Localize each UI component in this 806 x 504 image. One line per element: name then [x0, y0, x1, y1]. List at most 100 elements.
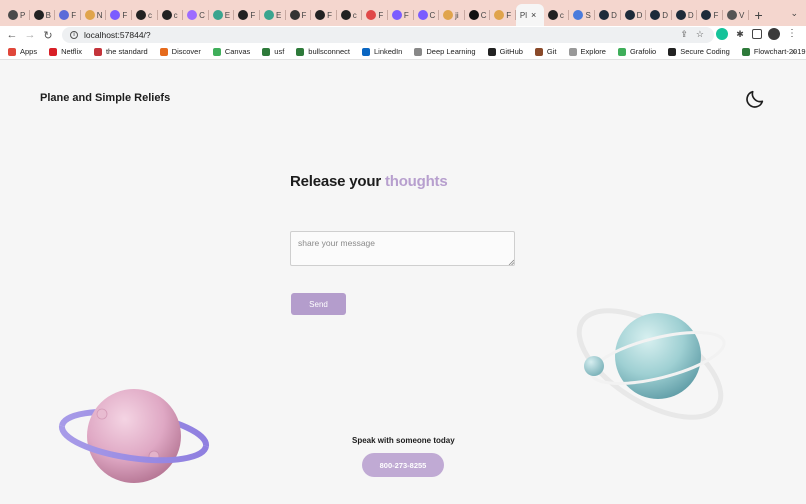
browser-tab[interactable]: F	[106, 4, 132, 26]
back-icon[interactable]: ←	[3, 29, 21, 41]
browser-tab[interactable]: C	[465, 4, 491, 26]
browser-tab[interactable]: F	[311, 4, 337, 26]
profile-avatar[interactable]	[768, 28, 780, 40]
browser-tab[interactable]: c	[337, 4, 363, 26]
bookmark-label: bullsconnect	[308, 47, 350, 56]
tab-title: c	[173, 10, 178, 20]
tab-favicon-icon	[187, 10, 198, 20]
bookmark-item[interactable]: Git	[534, 47, 557, 56]
browser-tab[interactable]: D	[646, 4, 672, 26]
dark-mode-moon-icon[interactable]	[744, 88, 766, 110]
tab-favicon-icon	[110, 10, 121, 20]
bookmark-label: Deep Learning	[426, 47, 476, 56]
bookmark-item[interactable]: Discover	[159, 47, 201, 56]
tab-favicon-icon	[33, 10, 44, 20]
side-panel-icon[interactable]	[752, 29, 762, 39]
browser-tab[interactable]: E	[260, 4, 286, 26]
browser-tab[interactable]: F	[55, 4, 81, 26]
browser-tab[interactable]: C	[414, 4, 440, 26]
grammarly-extension-icon[interactable]	[716, 28, 728, 40]
browser-tab[interactable]: F	[697, 4, 723, 26]
bookmark-star-icon[interactable]: ☆	[696, 29, 704, 40]
bookmark-item[interactable]: Apps	[8, 47, 37, 56]
extensions-area: ✱ ⋮	[716, 28, 798, 40]
bookmark-item[interactable]: Grafolio	[617, 47, 657, 56]
bookmark-label: usf	[274, 47, 285, 56]
new-tab-button[interactable]: +	[749, 4, 769, 26]
tab-title: Pl	[519, 10, 527, 20]
send-button[interactable]: Send	[291, 293, 346, 315]
tab-favicon-icon	[135, 10, 146, 20]
bookmark-label: Grafolio	[629, 47, 657, 56]
tab-title: c	[147, 10, 152, 20]
message-input[interactable]	[290, 231, 515, 266]
browser-tab[interactable]: P	[4, 4, 30, 26]
address-bar[interactable]: i localhost:57844/? ⇪ ☆	[62, 27, 714, 43]
resize-grip-icon[interactable]	[508, 259, 514, 265]
tab-title: C	[429, 10, 436, 20]
tab-favicon-icon	[238, 10, 249, 20]
tab-favicon-icon	[468, 10, 479, 20]
more-bookmarks-chevron-icon[interactable]: »	[792, 47, 796, 56]
browser-tab[interactable]: S	[569, 4, 595, 26]
bookmark-item[interactable]: usf	[262, 47, 284, 56]
bookmark-item[interactable]: Canvas	[212, 47, 251, 56]
browser-tab[interactable]: V	[723, 4, 749, 26]
browser-tab[interactable]: D	[672, 4, 698, 26]
browser-tab[interactable]: ji	[439, 4, 465, 26]
bookmark-label: GitHub	[499, 47, 523, 56]
browser-tab[interactable]: c	[544, 4, 570, 26]
hotline-phone-button[interactable]: 800-273-8255	[362, 453, 444, 477]
tab-title: N	[96, 10, 103, 20]
browser-tab[interactable]: D	[621, 4, 647, 26]
bookmark-item[interactable]: bullsconnect	[296, 47, 350, 56]
bookmark-item[interactable]: Netflix	[49, 47, 82, 56]
bookmark-favicon-icon	[668, 47, 677, 56]
tab-search-chevron-icon[interactable]: ⌄	[790, 8, 798, 19]
tab-favicon-icon	[161, 10, 172, 20]
teal-planet-illustration	[576, 308, 726, 420]
bookmark-item[interactable]: LinkedIn	[362, 47, 402, 56]
browser-tab[interactable]: C	[183, 4, 209, 26]
tab-favicon-icon	[212, 10, 223, 20]
browser-tab[interactable]: F	[388, 4, 414, 26]
bookmark-item[interactable]: GitHub	[487, 47, 523, 56]
tab-title: F	[122, 10, 128, 20]
tab-title: F	[327, 10, 333, 20]
bookmark-label: Discover	[171, 47, 201, 56]
browser-tab[interactable]: F	[286, 4, 312, 26]
tab-title: F	[506, 10, 512, 20]
bookmark-item[interactable]: Explore	[568, 47, 606, 56]
share-icon[interactable]: ⇪	[680, 29, 688, 40]
extensions-puzzle-icon[interactable]: ✱	[734, 28, 746, 40]
browser-tab[interactable]: c	[158, 4, 184, 26]
site-brand[interactable]: Plane and Simple Reliefs	[40, 92, 170, 104]
bookmark-favicon-icon	[414, 47, 423, 56]
browser-menu-icon[interactable]: ⋮	[786, 28, 798, 40]
browser-tab[interactable]: c	[132, 4, 158, 26]
browser-tab[interactable]: F	[362, 4, 388, 26]
bookmark-item[interactable]: the standard	[93, 47, 148, 56]
tab-favicon-icon	[494, 10, 505, 20]
browser-tab[interactable]: F	[234, 4, 260, 26]
tab-title: D	[662, 10, 669, 20]
tab-strip: P B F N Fc c C E F E F Fc F F Cji C F Pl × c S D D D D F V + ⌄	[0, 0, 806, 26]
close-tab-icon[interactable]: ×	[531, 10, 536, 20]
browser-tab[interactable]: E	[209, 4, 235, 26]
page-headline: Release your thoughts	[290, 173, 448, 190]
forward-icon[interactable]: →	[21, 29, 39, 41]
site-info-icon[interactable]: i	[70, 31, 78, 39]
bookmark-favicon-icon	[262, 47, 271, 56]
browser-tab[interactable]: N	[81, 4, 107, 26]
reload-icon[interactable]: ↻	[39, 29, 57, 42]
browser-tab[interactable]: B	[30, 4, 56, 26]
tab-title: P	[20, 10, 26, 20]
bookmark-item[interactable]: Secure Coding	[668, 47, 730, 56]
bookmark-label: Canvas	[224, 47, 251, 56]
bookmark-item[interactable]: Deep Learning	[414, 47, 476, 56]
bookmark-label: Flowchart-2019	[753, 47, 806, 56]
browser-tab-active[interactable]: Pl ×	[515, 4, 544, 26]
tab-title: c	[559, 10, 564, 20]
browser-tab[interactable]: D	[595, 4, 621, 26]
browser-tab[interactable]: F	[490, 4, 516, 26]
